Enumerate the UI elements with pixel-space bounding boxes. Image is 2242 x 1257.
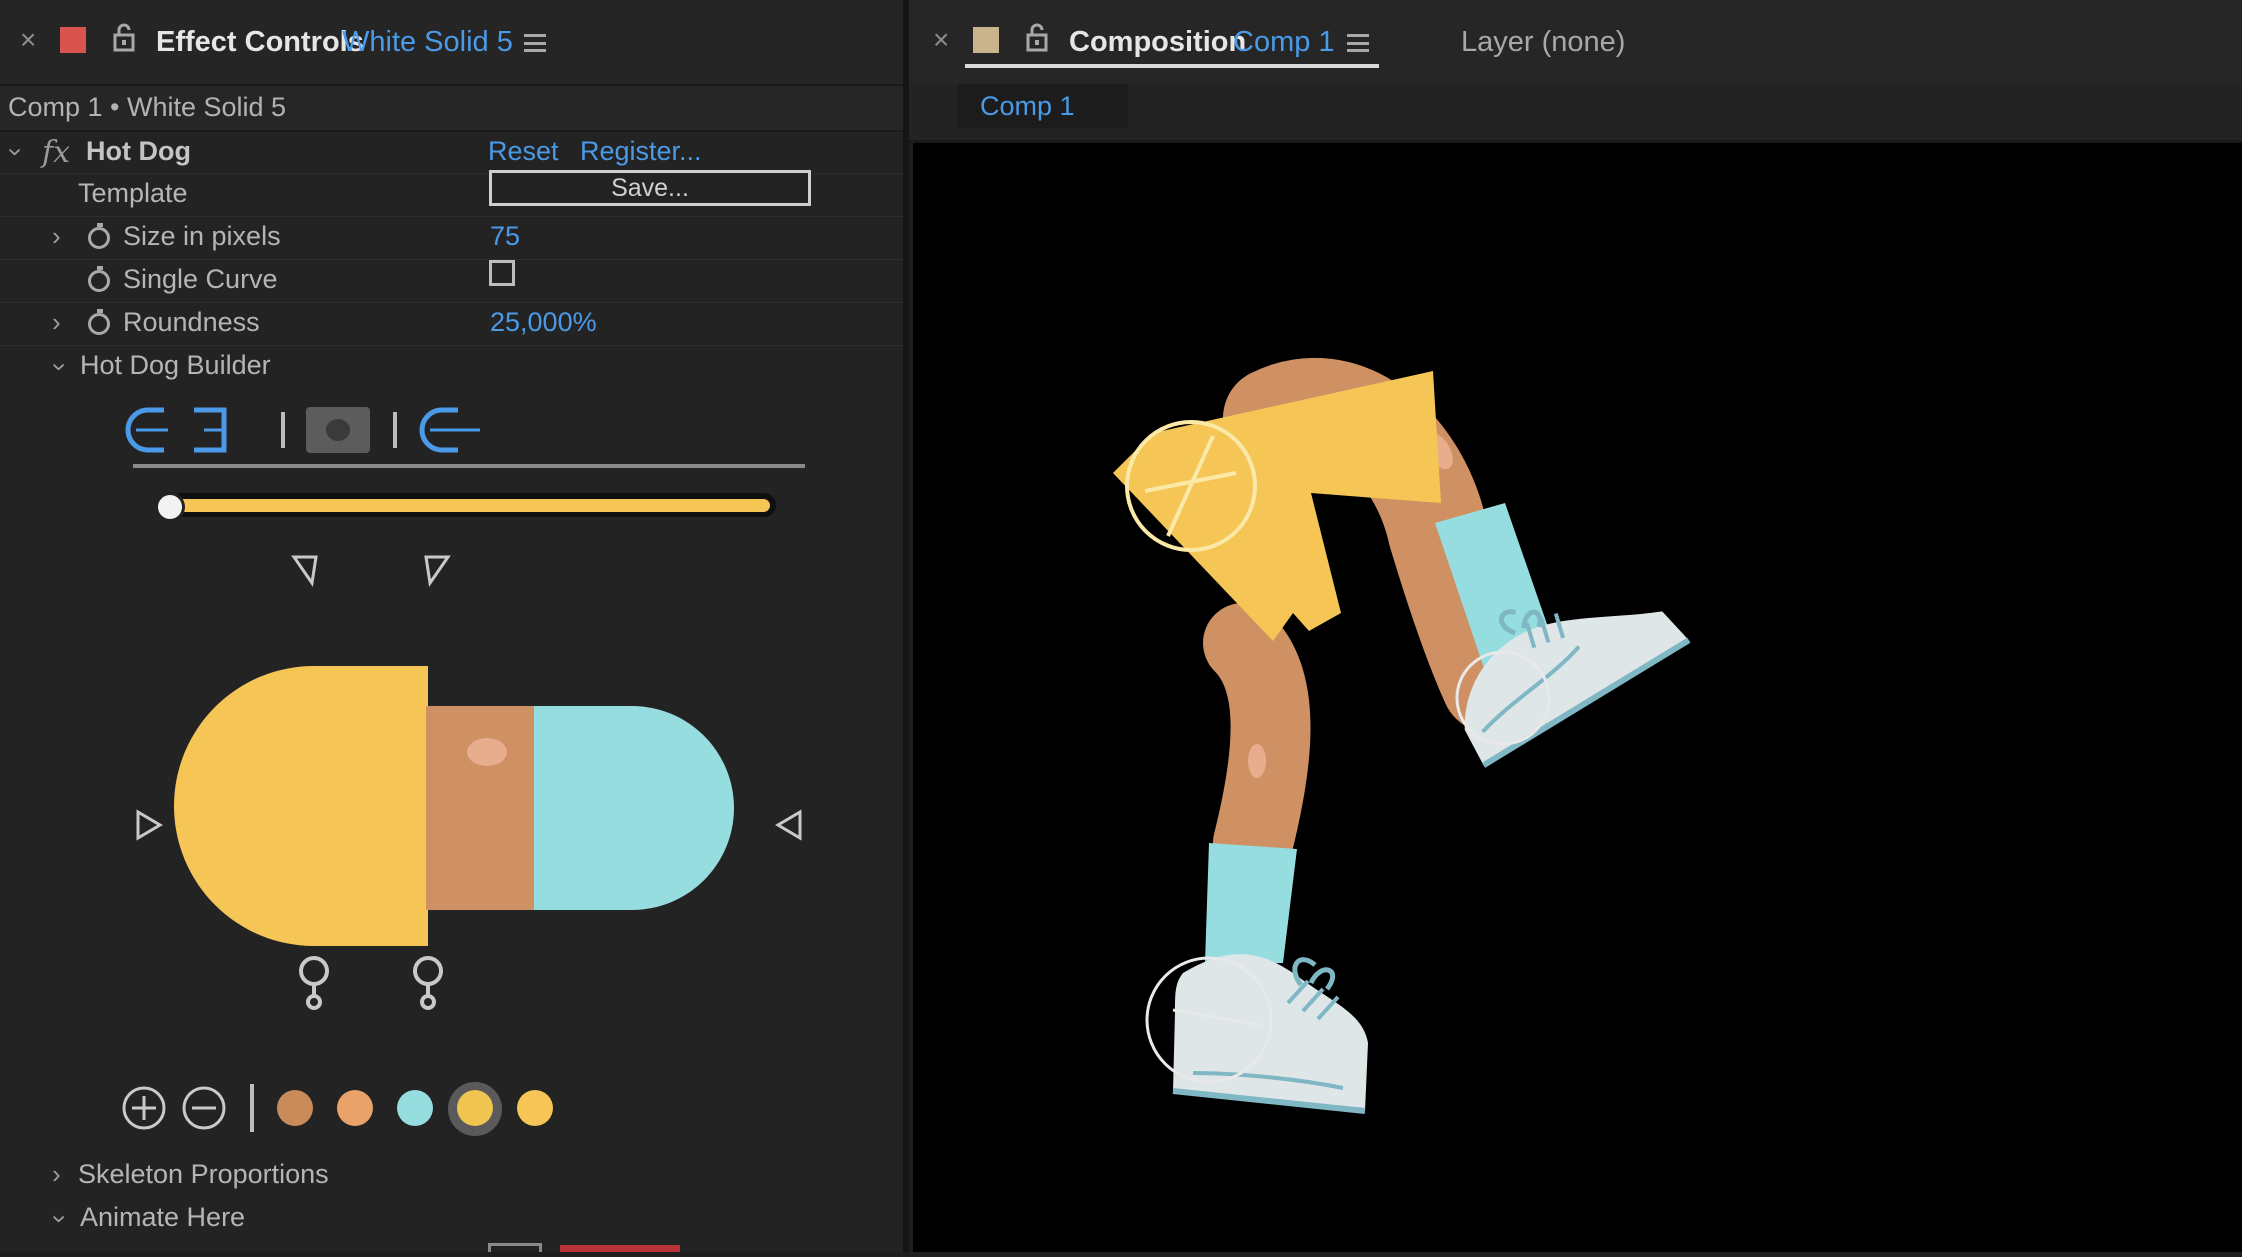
chevron-down-icon[interactable]: › <box>45 363 75 372</box>
label-color-icon[interactable] <box>973 27 999 53</box>
top-handle-icon[interactable] <box>290 553 320 587</box>
top-handle-icon[interactable] <box>422 553 452 587</box>
label-color-icon[interactable] <box>60 27 86 53</box>
skeleton-row: › Skeleton Proportions <box>0 1154 903 1197</box>
size-value[interactable]: 75 <box>490 223 520 250</box>
composition-viewer[interactable] <box>913 143 2242 1252</box>
size-row: › Size in pixels 75 <box>0 216 903 260</box>
remove-circle-icon[interactable] <box>180 1084 228 1132</box>
roundness-value[interactable]: 25,000% <box>490 309 597 336</box>
single-curve-row: Single Curve <box>0 259 903 303</box>
swatch-color[interactable] <box>277 1090 313 1126</box>
right-handle-icon[interactable] <box>774 808 804 842</box>
pin-handle-icon[interactable] <box>294 955 334 1011</box>
single-curve-checkbox[interactable] <box>489 260 515 286</box>
slider-knob[interactable] <box>155 492 185 522</box>
hot-dog-preview[interactable] <box>160 660 736 952</box>
effect-controls-header: × Effect Controls White Solid 5 <box>0 0 903 86</box>
lock-icon[interactable] <box>112 22 136 52</box>
stopwatch-icon[interactable] <box>88 309 110 335</box>
composition-header: × Composition Comp 1 Layer (none) <box>909 0 2242 84</box>
skeleton-label[interactable]: Skeleton Proportions <box>78 1161 329 1188</box>
effect-name[interactable]: Hot Dog <box>86 138 191 165</box>
close-icon[interactable]: × <box>20 24 36 56</box>
cut-off-value <box>560 1245 680 1252</box>
single-curve-label: Single Curve <box>123 264 278 294</box>
bun-shape-icon[interactable] <box>124 404 234 458</box>
pin-handle-icon[interactable] <box>408 955 448 1011</box>
fx-icon[interactable]: fx <box>42 135 70 170</box>
template-label: Template <box>78 178 188 208</box>
tab-comp-1[interactable]: Comp 1 <box>958 84 1128 128</box>
builder-row: › Hot Dog Builder <box>0 345 903 388</box>
layer-name[interactable]: White Solid 5 <box>342 28 513 57</box>
toolbar-divider <box>250 1084 254 1132</box>
panel-menu-icon[interactable] <box>1347 34 1369 52</box>
swatch-color[interactable] <box>457 1090 493 1126</box>
left-handle-icon[interactable] <box>134 808 164 842</box>
animate-row: › Animate Here <box>0 1197 903 1240</box>
panel-menu-icon[interactable] <box>524 34 546 52</box>
reset-button[interactable]: Reset <box>488 138 559 165</box>
roundness-label: Roundness <box>123 307 260 337</box>
toolbar-divider <box>393 412 397 448</box>
swatch-color[interactable] <box>517 1090 553 1126</box>
close-icon[interactable]: × <box>933 24 949 56</box>
chevron-right-icon[interactable]: › <box>52 1161 61 1187</box>
toolbar-underline <box>133 464 805 468</box>
tab-label: Comp 1 <box>980 91 1075 121</box>
roundness-row: › Roundness 25,000% <box>0 302 903 346</box>
layer-tab[interactable]: Layer (none) <box>1461 28 1625 57</box>
swatch-color[interactable] <box>337 1090 373 1126</box>
register-button[interactable]: Register... <box>580 138 702 165</box>
size-label: Size in pixels <box>123 221 281 251</box>
active-tab-underline <box>965 64 1379 68</box>
stopwatch-icon[interactable] <box>88 223 110 249</box>
legs-character[interactable] <box>913 143 2242 1252</box>
add-circle-icon[interactable] <box>120 1084 168 1132</box>
chevron-down-icon[interactable]: › <box>45 1215 75 1224</box>
toolbar-divider <box>281 412 285 448</box>
stopwatch-icon[interactable] <box>88 266 110 292</box>
panel-title[interactable]: Effect Controls <box>156 28 364 57</box>
save-button[interactable]: Save... <box>489 170 811 206</box>
breadcrumb: Comp 1 • White Solid 5 <box>0 86 903 132</box>
chevron-down-icon[interactable]: › <box>1 148 31 157</box>
effect-row: › fx Hot Dog Reset Register... <box>0 130 903 174</box>
breadcrumb-text: Comp 1 • White Solid 5 <box>8 92 287 122</box>
builder-slider-fill <box>170 499 770 512</box>
chevron-right-icon[interactable]: › <box>52 309 61 335</box>
swatch-color[interactable] <box>397 1090 433 1126</box>
composition-title[interactable]: Composition <box>1069 28 1246 57</box>
animate-label[interactable]: Animate Here <box>80 1204 245 1231</box>
builder-label: Hot Dog Builder <box>80 350 271 380</box>
lock-icon[interactable] <box>1025 22 1049 52</box>
chevron-right-icon[interactable]: › <box>52 223 61 249</box>
cut-off-property <box>488 1243 542 1252</box>
fill-mode-icon[interactable] <box>306 407 370 453</box>
comp-name[interactable]: Comp 1 <box>1233 28 1335 57</box>
sausage-shape-icon[interactable] <box>418 404 488 458</box>
